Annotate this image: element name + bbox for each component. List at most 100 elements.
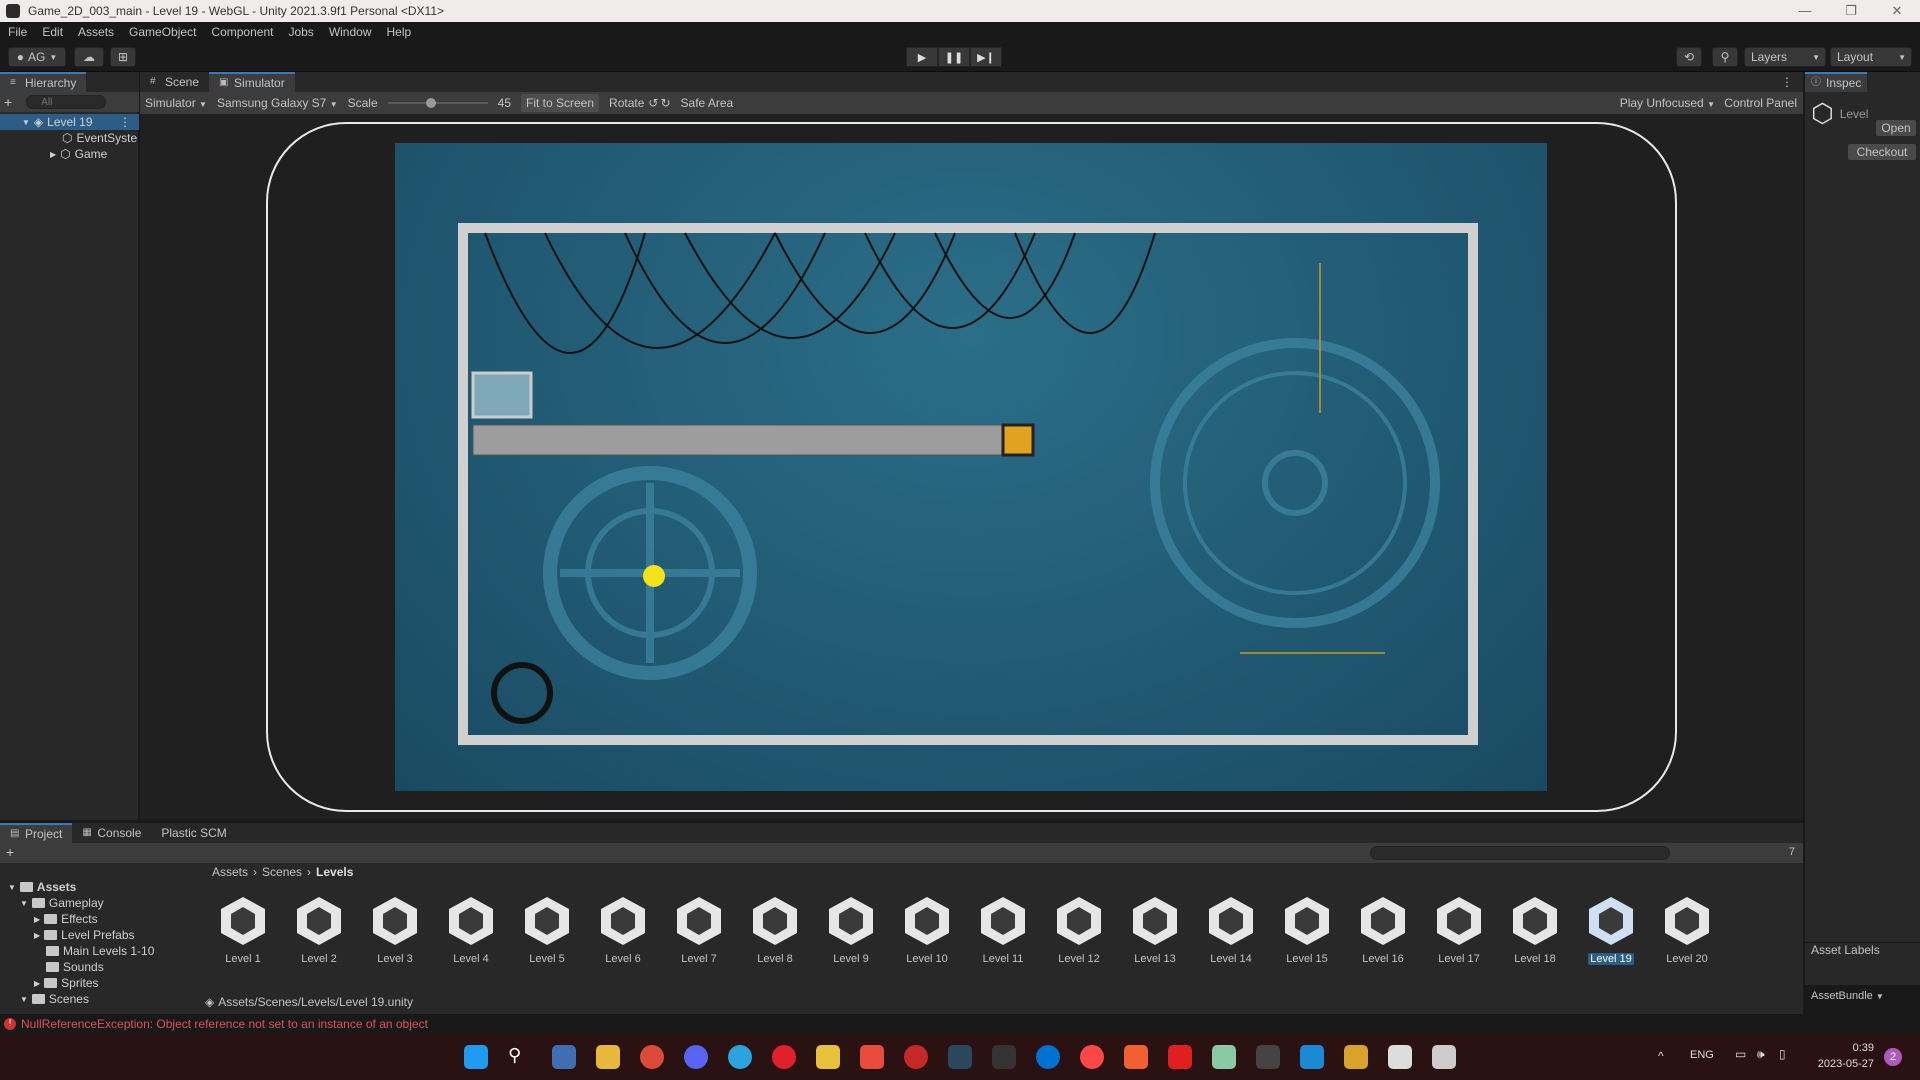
tray-chevron-icon[interactable]: ^ xyxy=(1658,1049,1664,1063)
opera-icon[interactable] xyxy=(772,1045,796,1069)
asset-item[interactable]: Level 13 xyxy=(1117,895,1193,965)
unity-icon[interactable] xyxy=(1432,1045,1456,1069)
tree-item[interactable]: ▶ Level Prefabs xyxy=(0,927,200,943)
steam-icon[interactable] xyxy=(948,1045,972,1069)
hierarchy-item[interactable]: ▶ ⬡ Game xyxy=(0,146,139,162)
epic-games-icon[interactable] xyxy=(992,1045,1016,1069)
slider-thumb[interactable] xyxy=(425,98,436,108)
rotate-left-icon[interactable]: ↺ xyxy=(648,96,658,110)
tab-simulator[interactable]: ▣ Simulator xyxy=(209,72,295,92)
tree-item[interactable]: ▼ Scenes xyxy=(0,991,200,1007)
app-icon[interactable] xyxy=(816,1045,840,1069)
asset-item[interactable]: Level 9 xyxy=(813,895,889,965)
game-view[interactable] xyxy=(395,143,1547,791)
tree-item[interactable]: ▶ Effects xyxy=(0,911,200,927)
asset-item[interactable]: Level 10 xyxy=(889,895,965,965)
status-bar[interactable]: ! NullReferenceException: Object referen… xyxy=(0,1014,1920,1034)
file-explorer-icon[interactable] xyxy=(596,1045,620,1069)
menu-file[interactable]: File xyxy=(8,25,27,39)
layout-dropdown[interactable]: Layout ▼ xyxy=(1830,47,1912,67)
expand-arrow-icon[interactable]: ▼ xyxy=(20,899,28,908)
asset-item[interactable]: Level 12 xyxy=(1041,895,1117,965)
tab-plastic-scm[interactable]: Plastic SCM xyxy=(151,823,236,843)
account-dropdown[interactable]: ● AG ▼ xyxy=(8,47,66,67)
asset-item[interactable]: Level 11 xyxy=(965,895,1041,965)
asset-item[interactable]: Level 6 xyxy=(585,895,661,965)
kebab-icon[interactable]: ⋮ xyxy=(1781,75,1793,89)
add-icon[interactable]: + xyxy=(4,94,12,110)
minimize-icon[interactable]: — xyxy=(1782,0,1828,22)
expand-arrow-icon[interactable]: ▼ xyxy=(20,995,28,1004)
menu-component[interactable]: Component xyxy=(211,25,273,39)
pause-button[interactable]: ❚❚ xyxy=(938,47,970,67)
asset-item[interactable]: Level 2 xyxy=(281,895,357,965)
menu-assets[interactable]: Assets xyxy=(78,25,114,39)
cloud-button[interactable]: ☁ xyxy=(74,47,104,67)
rotate-right-icon[interactable]: ↻ xyxy=(660,96,670,110)
tab-project[interactable]: ▤ Project xyxy=(0,823,73,843)
fit-to-screen-button[interactable]: Fit to Screen xyxy=(521,94,600,112)
tree-item[interactable]: ▼ Gameplay xyxy=(0,895,200,911)
expand-arrow-icon[interactable]: ▶ xyxy=(34,915,40,924)
asset-item[interactable]: Level 4 xyxy=(433,895,509,965)
breadcrumb-item[interactable]: Assets xyxy=(212,865,248,879)
device-dropdown[interactable]: Samsung Galaxy S7 ▼ xyxy=(217,96,338,110)
menu-help[interactable]: Help xyxy=(387,25,412,39)
discord-icon[interactable] xyxy=(684,1045,708,1069)
clock[interactable]: 0:39 2023-05-27 xyxy=(1814,1040,1874,1072)
kebab-icon[interactable]: ⋮ xyxy=(119,115,131,129)
telegram-icon[interactable] xyxy=(728,1045,752,1069)
hierarchy-search-input[interactable] xyxy=(26,95,107,109)
asset-item[interactable]: Level 15 xyxy=(1269,895,1345,965)
breadcrumb-item[interactable]: Scenes xyxy=(262,865,302,879)
hierarchy-scene-row[interactable]: ▼ ◈ Level 19 ⋮ xyxy=(0,114,139,130)
expand-arrow-icon[interactable]: ▶ xyxy=(34,931,40,940)
network-icon[interactable]: ▭ xyxy=(1735,1047,1746,1061)
tab-console[interactable]: ▦ Console xyxy=(72,823,151,843)
terminal-icon[interactable] xyxy=(1256,1045,1280,1069)
start-icon[interactable] xyxy=(464,1045,488,1069)
asset-item[interactable]: Level 16 xyxy=(1345,895,1421,965)
unity-hub-icon[interactable] xyxy=(1388,1045,1412,1069)
asset-item[interactable]: Level 19 xyxy=(1573,895,1649,965)
app-icon[interactable] xyxy=(1124,1045,1148,1069)
scale-slider[interactable] xyxy=(387,97,488,109)
layers-dropdown[interactable]: Layers ▼ xyxy=(1744,47,1826,67)
asset-bundle-dropdown[interactable]: AssetBundle ▼ xyxy=(1811,990,1884,1002)
safe-area-toggle[interactable]: Safe Area xyxy=(681,96,734,110)
menu-edit[interactable]: Edit xyxy=(42,25,63,39)
asset-item[interactable]: Level 8 xyxy=(737,895,813,965)
play-unfocused-dropdown[interactable]: Play Unfocused ▼ xyxy=(1620,96,1715,110)
tab-inspector[interactable]: ⓘ Inspec xyxy=(1805,72,1868,92)
tree-item[interactable]: Sounds xyxy=(0,959,200,975)
tree-item[interactable]: ▼ Assets xyxy=(0,879,200,895)
notification-badge[interactable]: 2 xyxy=(1884,1048,1902,1066)
step-button[interactable]: ▶❙ xyxy=(970,47,1002,67)
asset-item[interactable]: Level 1 xyxy=(205,895,281,965)
collab-button[interactable]: ⊞ xyxy=(110,47,136,67)
expand-arrow-icon[interactable]: ▼ xyxy=(8,883,16,892)
asset-item[interactable]: Level 14 xyxy=(1193,895,1269,965)
app-icon[interactable] xyxy=(904,1045,928,1069)
app-icon[interactable] xyxy=(1212,1045,1236,1069)
project-search-input[interactable] xyxy=(1370,846,1670,860)
asset-item[interactable]: Level 20 xyxy=(1649,895,1725,965)
history-button[interactable]: ⟲ xyxy=(1676,47,1702,67)
menu-jobs[interactable]: Jobs xyxy=(288,25,313,39)
search-icon[interactable]: ⚲ xyxy=(508,1045,532,1069)
expand-arrow-icon[interactable]: ▼ xyxy=(22,118,30,127)
checkout-button[interactable]: Checkout xyxy=(1848,144,1916,160)
control-panel-button[interactable]: Control Panel xyxy=(1724,96,1797,110)
playstation-icon[interactable] xyxy=(1036,1045,1060,1069)
language-indicator[interactable]: ENG xyxy=(1690,1049,1714,1061)
close-icon[interactable]: ✕ xyxy=(1874,0,1920,22)
asset-item[interactable]: Level 18 xyxy=(1497,895,1573,965)
asset-item[interactable]: Level 3 xyxy=(357,895,433,965)
simulator-mode-dropdown[interactable]: Simulator ▼ xyxy=(145,96,207,110)
chrome-icon[interactable] xyxy=(640,1045,664,1069)
volume-icon[interactable]: 🕪 xyxy=(1757,1047,1765,1062)
add-icon[interactable]: + xyxy=(6,844,14,860)
hidden-packages-count[interactable]: 7 xyxy=(1789,846,1795,858)
photos-icon[interactable] xyxy=(552,1045,576,1069)
asset-item[interactable]: Level 17 xyxy=(1421,895,1497,965)
